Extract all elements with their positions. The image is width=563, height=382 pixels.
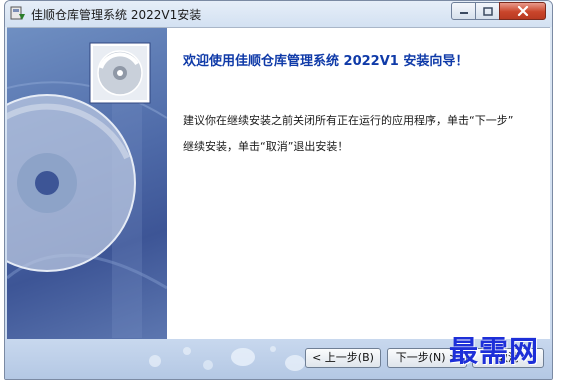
wizard-side-banner <box>7 28 167 341</box>
title-bar[interactable]: 佳顺仓库管理系统 2022V1安装 <box>5 1 552 27</box>
minimize-button[interactable] <box>451 2 476 20</box>
close-button[interactable] <box>499 2 546 20</box>
cd-disc-icon <box>7 42 167 338</box>
instruction-line-2: 继续安装，单击“取消”退出安装！ <box>183 140 349 153</box>
minimize-icon <box>459 12 468 14</box>
wizard-instructions: 建议你在继续安装之前关闭所有正在运行的应用程序，单击“下一步” 继续安装，单击“… <box>183 108 545 160</box>
wizard-heading: 欢迎使用佳顺仓库管理系统 2022V1 安装向导！ <box>183 54 469 69</box>
installer-icon <box>10 6 25 20</box>
window-title: 佳顺仓库管理系统 2022V1安装 <box>31 8 202 22</box>
site-watermark: 最需网 <box>449 334 540 368</box>
back-button[interactable]: < 上一步(B) <box>305 348 381 368</box>
maximize-button[interactable] <box>475 2 500 20</box>
close-icon <box>517 6 528 16</box>
maximize-icon <box>482 6 493 16</box>
wizard-content: 欢迎使用佳顺仓库管理系统 2022V1 安装向导！ 建议你在继续安装之前关闭所有… <box>7 27 550 341</box>
installer-window: 佳顺仓库管理系统 2022V1安装 欢迎使用佳顺仓库管理系统 2022V1 安装… <box>4 0 553 380</box>
instruction-line-1: 建议你在继续安装之前关闭所有正在运行的应用程序，单击“下一步” <box>183 114 514 127</box>
